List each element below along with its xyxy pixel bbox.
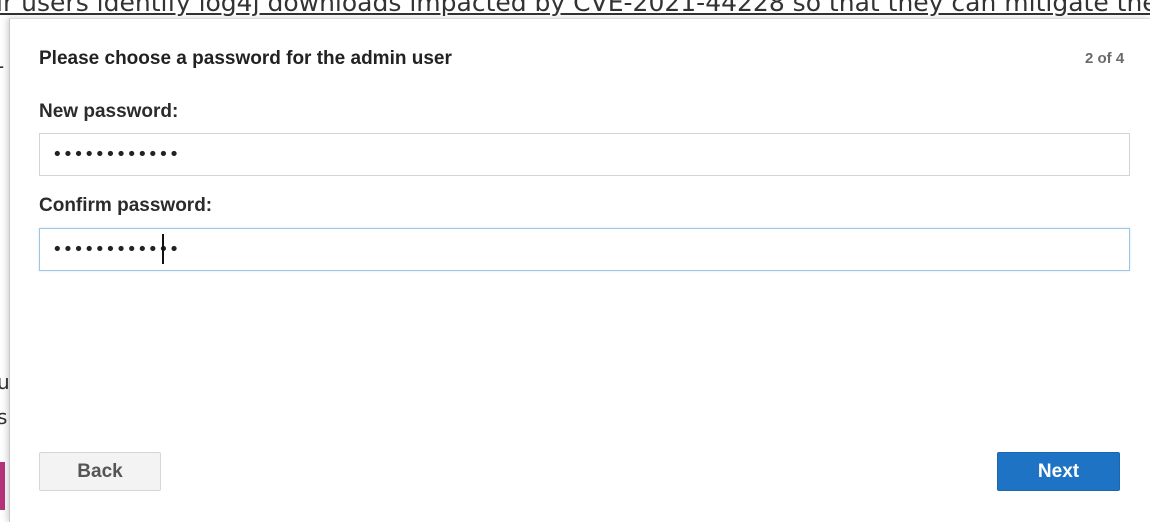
dialog-title: Please choose a password for the admin u… [39, 48, 452, 69]
confirm-password-label: Confirm password: [39, 195, 213, 216]
background-accent-bar [0, 462, 5, 510]
new-password-label: New password: [39, 101, 179, 122]
confirm-password-input[interactable] [39, 228, 1130, 271]
background-letter: - [0, 54, 4, 78]
text-cursor [162, 234, 164, 264]
background-text: ir users identify log4j downloads impact… [0, 0, 1150, 17]
next-button[interactable]: Next [997, 452, 1120, 491]
password-dialog: Please choose a password for the admin u… [9, 18, 1150, 522]
step-indicator: 2 of 4 [1085, 50, 1125, 67]
new-password-input[interactable] [39, 133, 1130, 176]
back-button[interactable]: Back [39, 452, 161, 491]
background-letter: s [0, 405, 8, 429]
